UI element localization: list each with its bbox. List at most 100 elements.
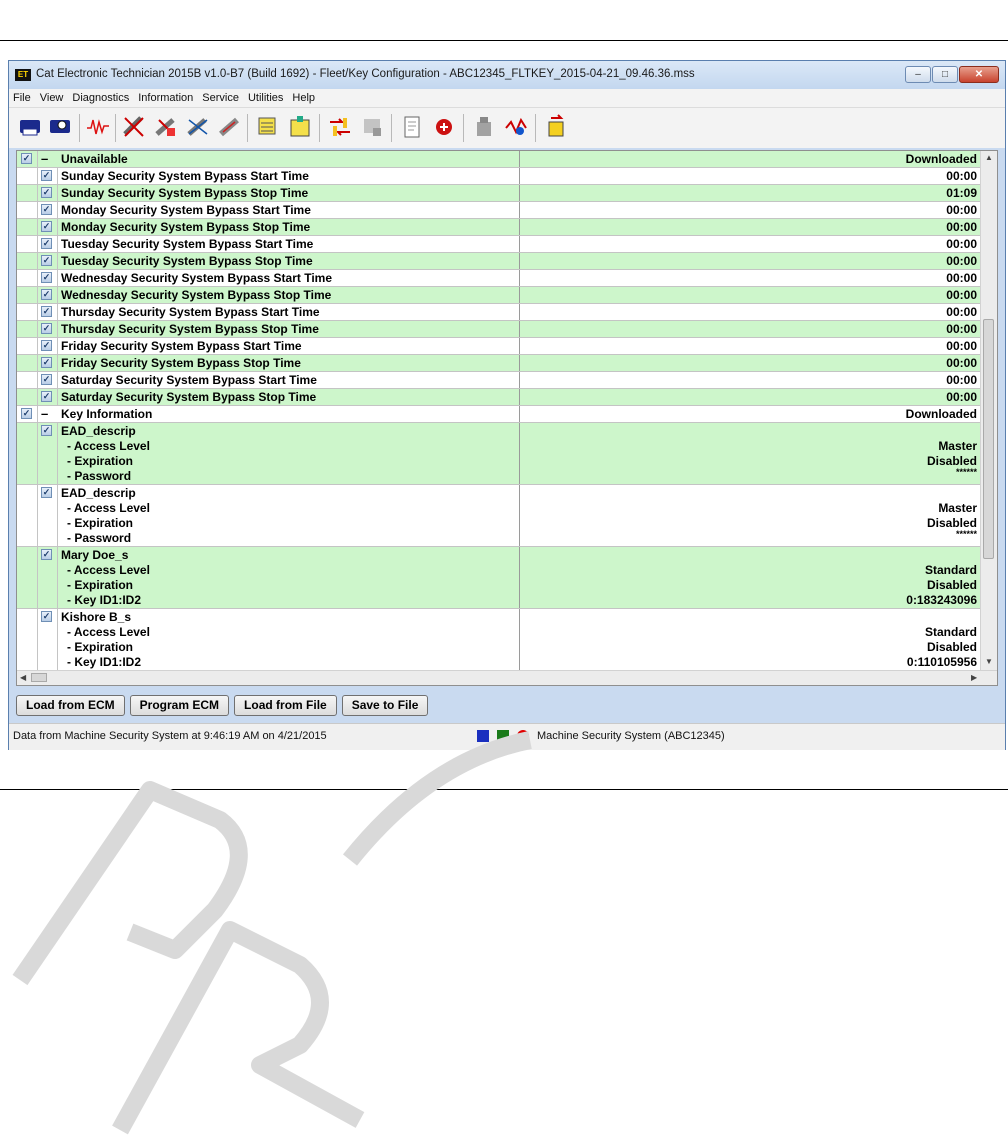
exchange-icon[interactable] [327,114,353,140]
status-groups-icon[interactable] [255,114,281,140]
scroll-right-icon[interactable]: ▶ [971,673,977,682]
checkbox[interactable]: ✓ [41,549,52,560]
status-indicator-green [497,730,509,742]
horizontal-scrollbar[interactable]: ◀ ▶ [17,670,997,685]
menu-file[interactable]: File [13,92,31,104]
action-buttons: Load from ECM Program ECM Load from File… [16,695,433,717]
table-row[interactable]: ✓ Thursday Security System Bypass Stop Ti… [17,321,981,338]
configuration-icon[interactable] [287,114,313,140]
checkbox[interactable]: ✓ [21,408,32,419]
maximize-button[interactable]: □ [932,66,958,83]
field-value: Master [938,501,977,515]
diagnostic-codes-icon[interactable] [121,114,147,140]
key-name: EAD_descrip [61,424,136,438]
status-message: Data from Machine Security System at 9:4… [13,730,327,742]
table-row[interactable]: ✓ Friday Security System Bypass Start Tim… [17,338,981,355]
scroll-thumb[interactable] [983,319,994,559]
field-label: - Access Level [67,625,150,639]
checkbox[interactable]: ✓ [41,374,52,385]
checkbox[interactable]: ✓ [41,391,52,402]
param-name: Friday Security System Bypass Start Time [61,339,302,353]
table-row[interactable]: ✓ Saturday Security System Bypass Stop Ti… [17,389,981,406]
param-value: 00:00 [946,373,977,387]
checkbox[interactable]: ✓ [41,221,52,232]
vertical-scrollbar[interactable]: ▲ ▼ [980,151,997,671]
menu-service[interactable]: Service [202,92,239,104]
menu-information[interactable]: Information [138,92,193,104]
reports-icon[interactable] [399,114,425,140]
checkbox[interactable]: ✓ [41,357,52,368]
menu-view[interactable]: View [40,92,64,104]
table-row[interactable]: ✓ Tuesday Security System Bypass Start Ti… [17,236,981,253]
field-value: Disabled [926,640,977,654]
close-button[interactable]: ✕ [959,66,999,83]
field-label: - Expiration [67,454,134,468]
checkbox[interactable]: ✓ [41,238,52,249]
menu-diagnostics[interactable]: Diagnostics [72,92,129,104]
param-name: Thursday Security System Bypass Stop Tim… [61,322,319,336]
checkbox[interactable]: ✓ [41,289,52,300]
checkbox[interactable]: ✓ [41,187,52,198]
scroll-up-icon[interactable]: ▲ [985,153,993,162]
table-row[interactable]: ✓ Monday Security System Bypass Stop Time… [17,219,981,236]
checkbox[interactable]: ✓ [41,204,52,215]
active-events-icon[interactable] [185,114,211,140]
collapse-icon[interactable]: – [41,151,48,166]
table-row[interactable]: ✓ Wednesday Security System Bypass Start … [17,270,981,287]
printer-icon[interactable] [17,114,43,140]
checkbox[interactable]: ✓ [41,323,52,334]
menu-help[interactable]: Help [292,92,315,104]
checkbox[interactable]: ✓ [41,611,52,622]
service-tool-icon[interactable] [471,114,497,140]
clear-events-icon[interactable] [217,114,243,140]
checkbox[interactable]: ✓ [41,340,52,351]
table-row[interactable]: ✓ Monday Security System Bypass Start Tim… [17,202,981,219]
save-to-file-button[interactable]: Save to File [341,695,429,716]
load-from-ecm-button[interactable]: Load from ECM [16,695,125,716]
print-preview-icon[interactable] [47,114,73,140]
param-name: Wednesday Security System Bypass Start T… [61,271,333,285]
checkbox[interactable]: ✓ [41,255,52,266]
table-row[interactable]: ✓ Saturday Security System Bypass Start T… [17,372,981,389]
checkbox[interactable]: ✓ [41,425,52,436]
checkbox[interactable]: ✓ [21,153,32,164]
key-entry[interactable]: ✓ Kishore B_s - Access Level - Expiratio… [17,609,981,671]
product-status-icon[interactable] [543,114,569,140]
ecm-connect-icon[interactable] [431,114,457,140]
table-row[interactable]: ✓ Sunday Security System Bypass Start Tim… [17,168,981,185]
scroll-left-icon[interactable]: ◀ [20,673,26,682]
checkbox[interactable]: ✓ [41,306,52,317]
field-value: Standard [924,625,977,639]
table-row[interactable]: ✓ Tuesday Security System Bypass Stop Tim… [17,253,981,270]
section-header-key-information[interactable]: ✓ – Key Information Downloaded [17,406,981,423]
window-title: Cat Electronic Technician 2015B v1.0-B7 … [36,68,695,80]
waveform-icon[interactable] [85,114,111,140]
table-row[interactable]: ✓ Friday Security System Bypass Stop Time… [17,355,981,372]
param-value: 00:00 [946,390,977,404]
status-bar: Data from Machine Security System at 9:4… [9,723,1005,750]
collapse-icon[interactable]: – [41,406,48,421]
logged-events-icon[interactable] [153,114,179,140]
scroll-down-icon[interactable]: ▼ [985,657,993,666]
param-name: Tuesday Security System Bypass Start Tim… [61,237,314,251]
checkbox[interactable]: ✓ [41,487,52,498]
table-row[interactable]: ✓ Sunday Security System Bypass Stop Time… [17,185,981,202]
key-entry[interactable]: ✓ EAD_descrip - Access Level - Expiratio… [17,423,981,485]
field-value: Master [938,439,977,453]
parameters-icon[interactable] [359,114,385,140]
section-header-unavailable[interactable]: ✓ – Unavailable Downloaded [17,151,981,168]
load-from-file-button[interactable]: Load from File [234,695,337,716]
checkbox[interactable]: ✓ [41,272,52,283]
table-row[interactable]: ✓ Wednesday Security System Bypass Stop T… [17,287,981,304]
scroll-thumb[interactable] [31,673,47,682]
flash-icon[interactable] [503,114,529,140]
field-value: Standard [924,563,977,577]
checkbox[interactable]: ✓ [41,170,52,181]
key-entry[interactable]: ✓ EAD_descrip - Access Level - Expiratio… [17,485,981,547]
key-entry[interactable]: ✓ Mary Doe_s - Access Level - Expiration… [17,547,981,609]
menu-utilities[interactable]: Utilities [248,92,283,104]
minimize-button[interactable]: – [905,66,931,83]
program-ecm-button[interactable]: Program ECM [129,695,230,716]
table-row[interactable]: ✓ Thursday Security System Bypass Start T… [17,304,981,321]
param-value: 00:00 [946,203,977,217]
